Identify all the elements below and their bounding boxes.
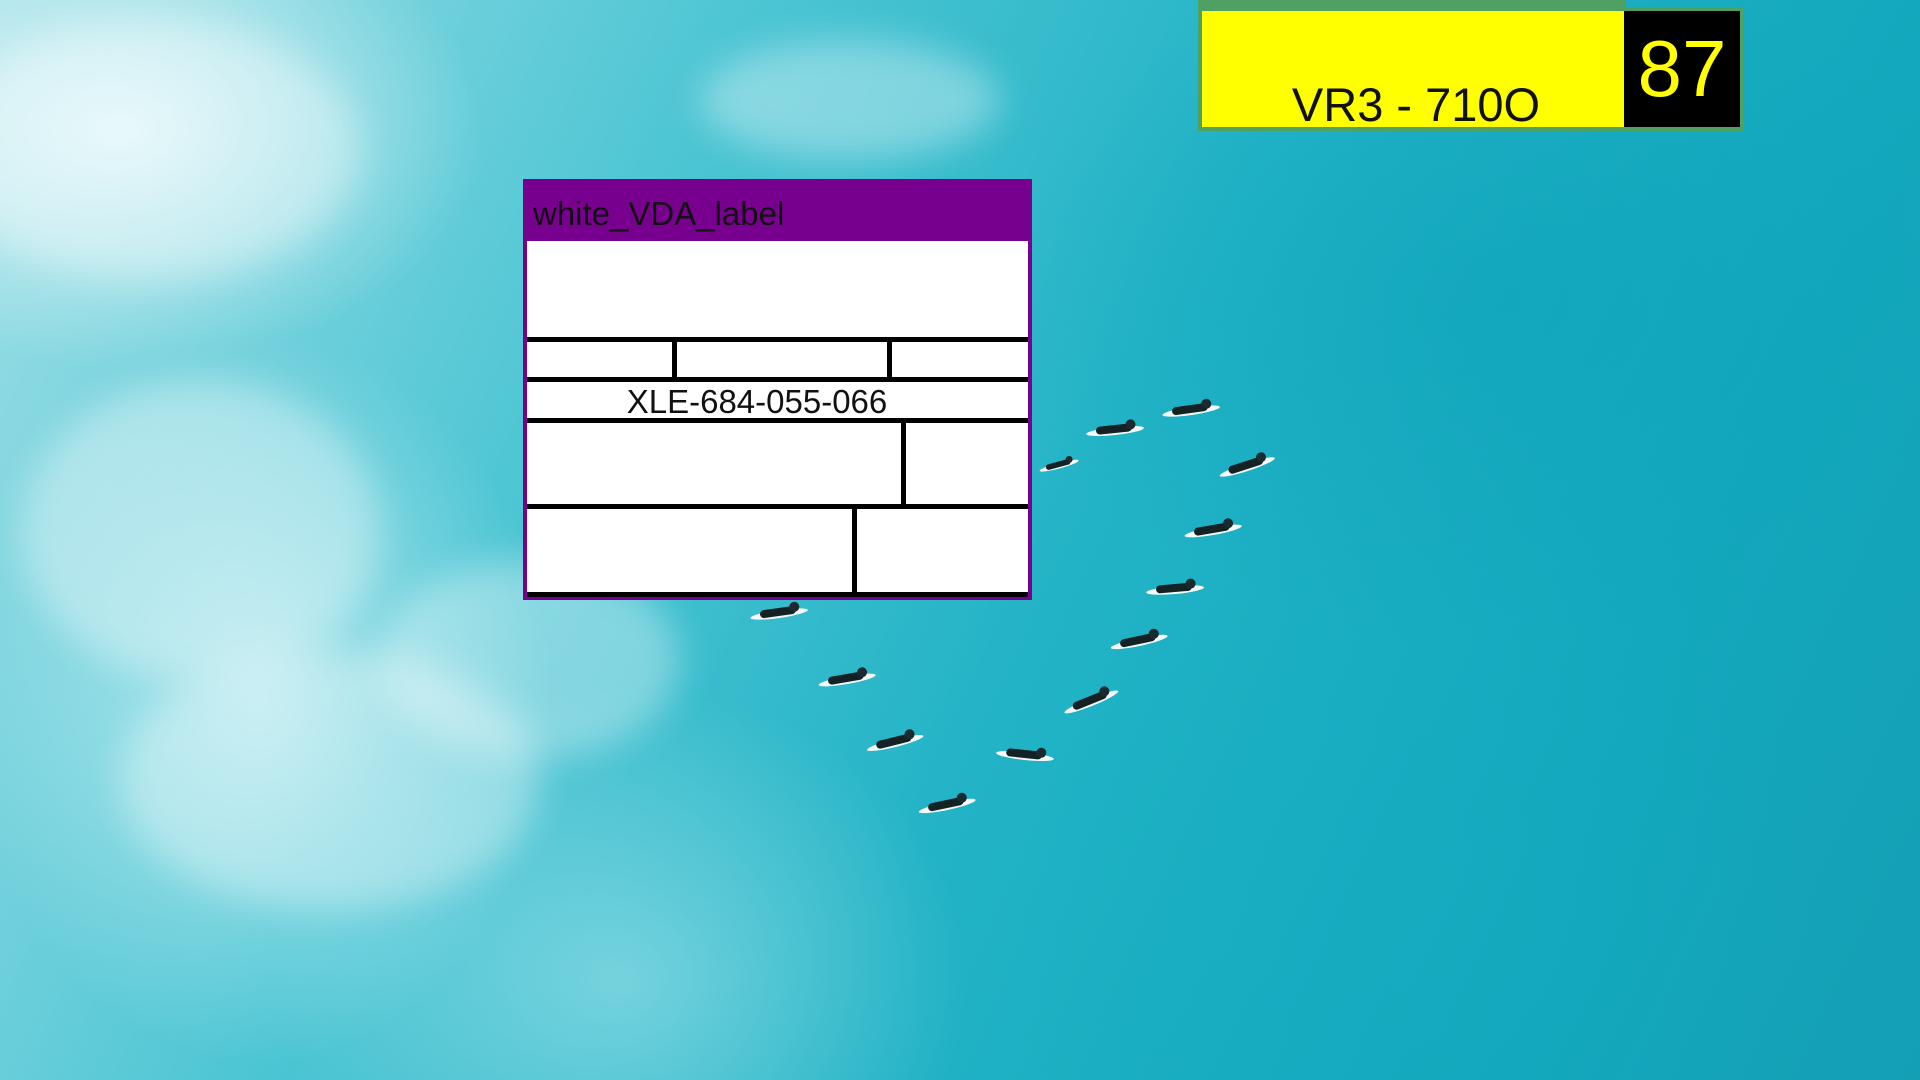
plate-number-box: 87 [1624, 11, 1740, 127]
surfer [1161, 398, 1221, 421]
surfer [1038, 455, 1080, 475]
vda-label-title: white_VDA_label [533, 195, 785, 232]
surfer [749, 601, 809, 624]
surfer [1145, 578, 1205, 598]
vda-divider [527, 592, 1028, 597]
vda-label-code: XLE-684-055-066 [626, 383, 888, 420]
vda-divider [901, 418, 906, 506]
vda-label: white_VDA_label XLE-684-055-066 [523, 179, 1032, 600]
foam-patch [700, 40, 1000, 160]
vda-divider [527, 337, 1028, 342]
plate-label-number: 87 [1637, 24, 1727, 113]
vda-divider [887, 337, 892, 377]
plate-label: VR3 - 710O 87 [1198, 7, 1744, 131]
vda-divider [527, 377, 1028, 382]
vda-divider [527, 504, 1028, 509]
vda-divider [527, 418, 1028, 423]
plate-label-text: VR3 - 710O [1291, 78, 1541, 131]
surfer [1085, 418, 1145, 440]
foam-patch [0, 20, 360, 280]
vda-label-header: white_VDA_label [527, 183, 1028, 241]
foam-patch [20, 380, 380, 680]
surfer [1183, 517, 1243, 542]
surfer [1061, 684, 1120, 719]
surfer [917, 791, 977, 818]
surfer [865, 728, 925, 756]
surfer [1109, 627, 1169, 654]
vda-divider [852, 504, 857, 596]
surfer [995, 745, 1055, 765]
surfer [817, 666, 877, 691]
surfer [1217, 450, 1277, 481]
vda-divider [672, 337, 677, 377]
ocean-background: white_VDA_label XLE-684-055-066 VR3 - 71… [0, 0, 1920, 1080]
